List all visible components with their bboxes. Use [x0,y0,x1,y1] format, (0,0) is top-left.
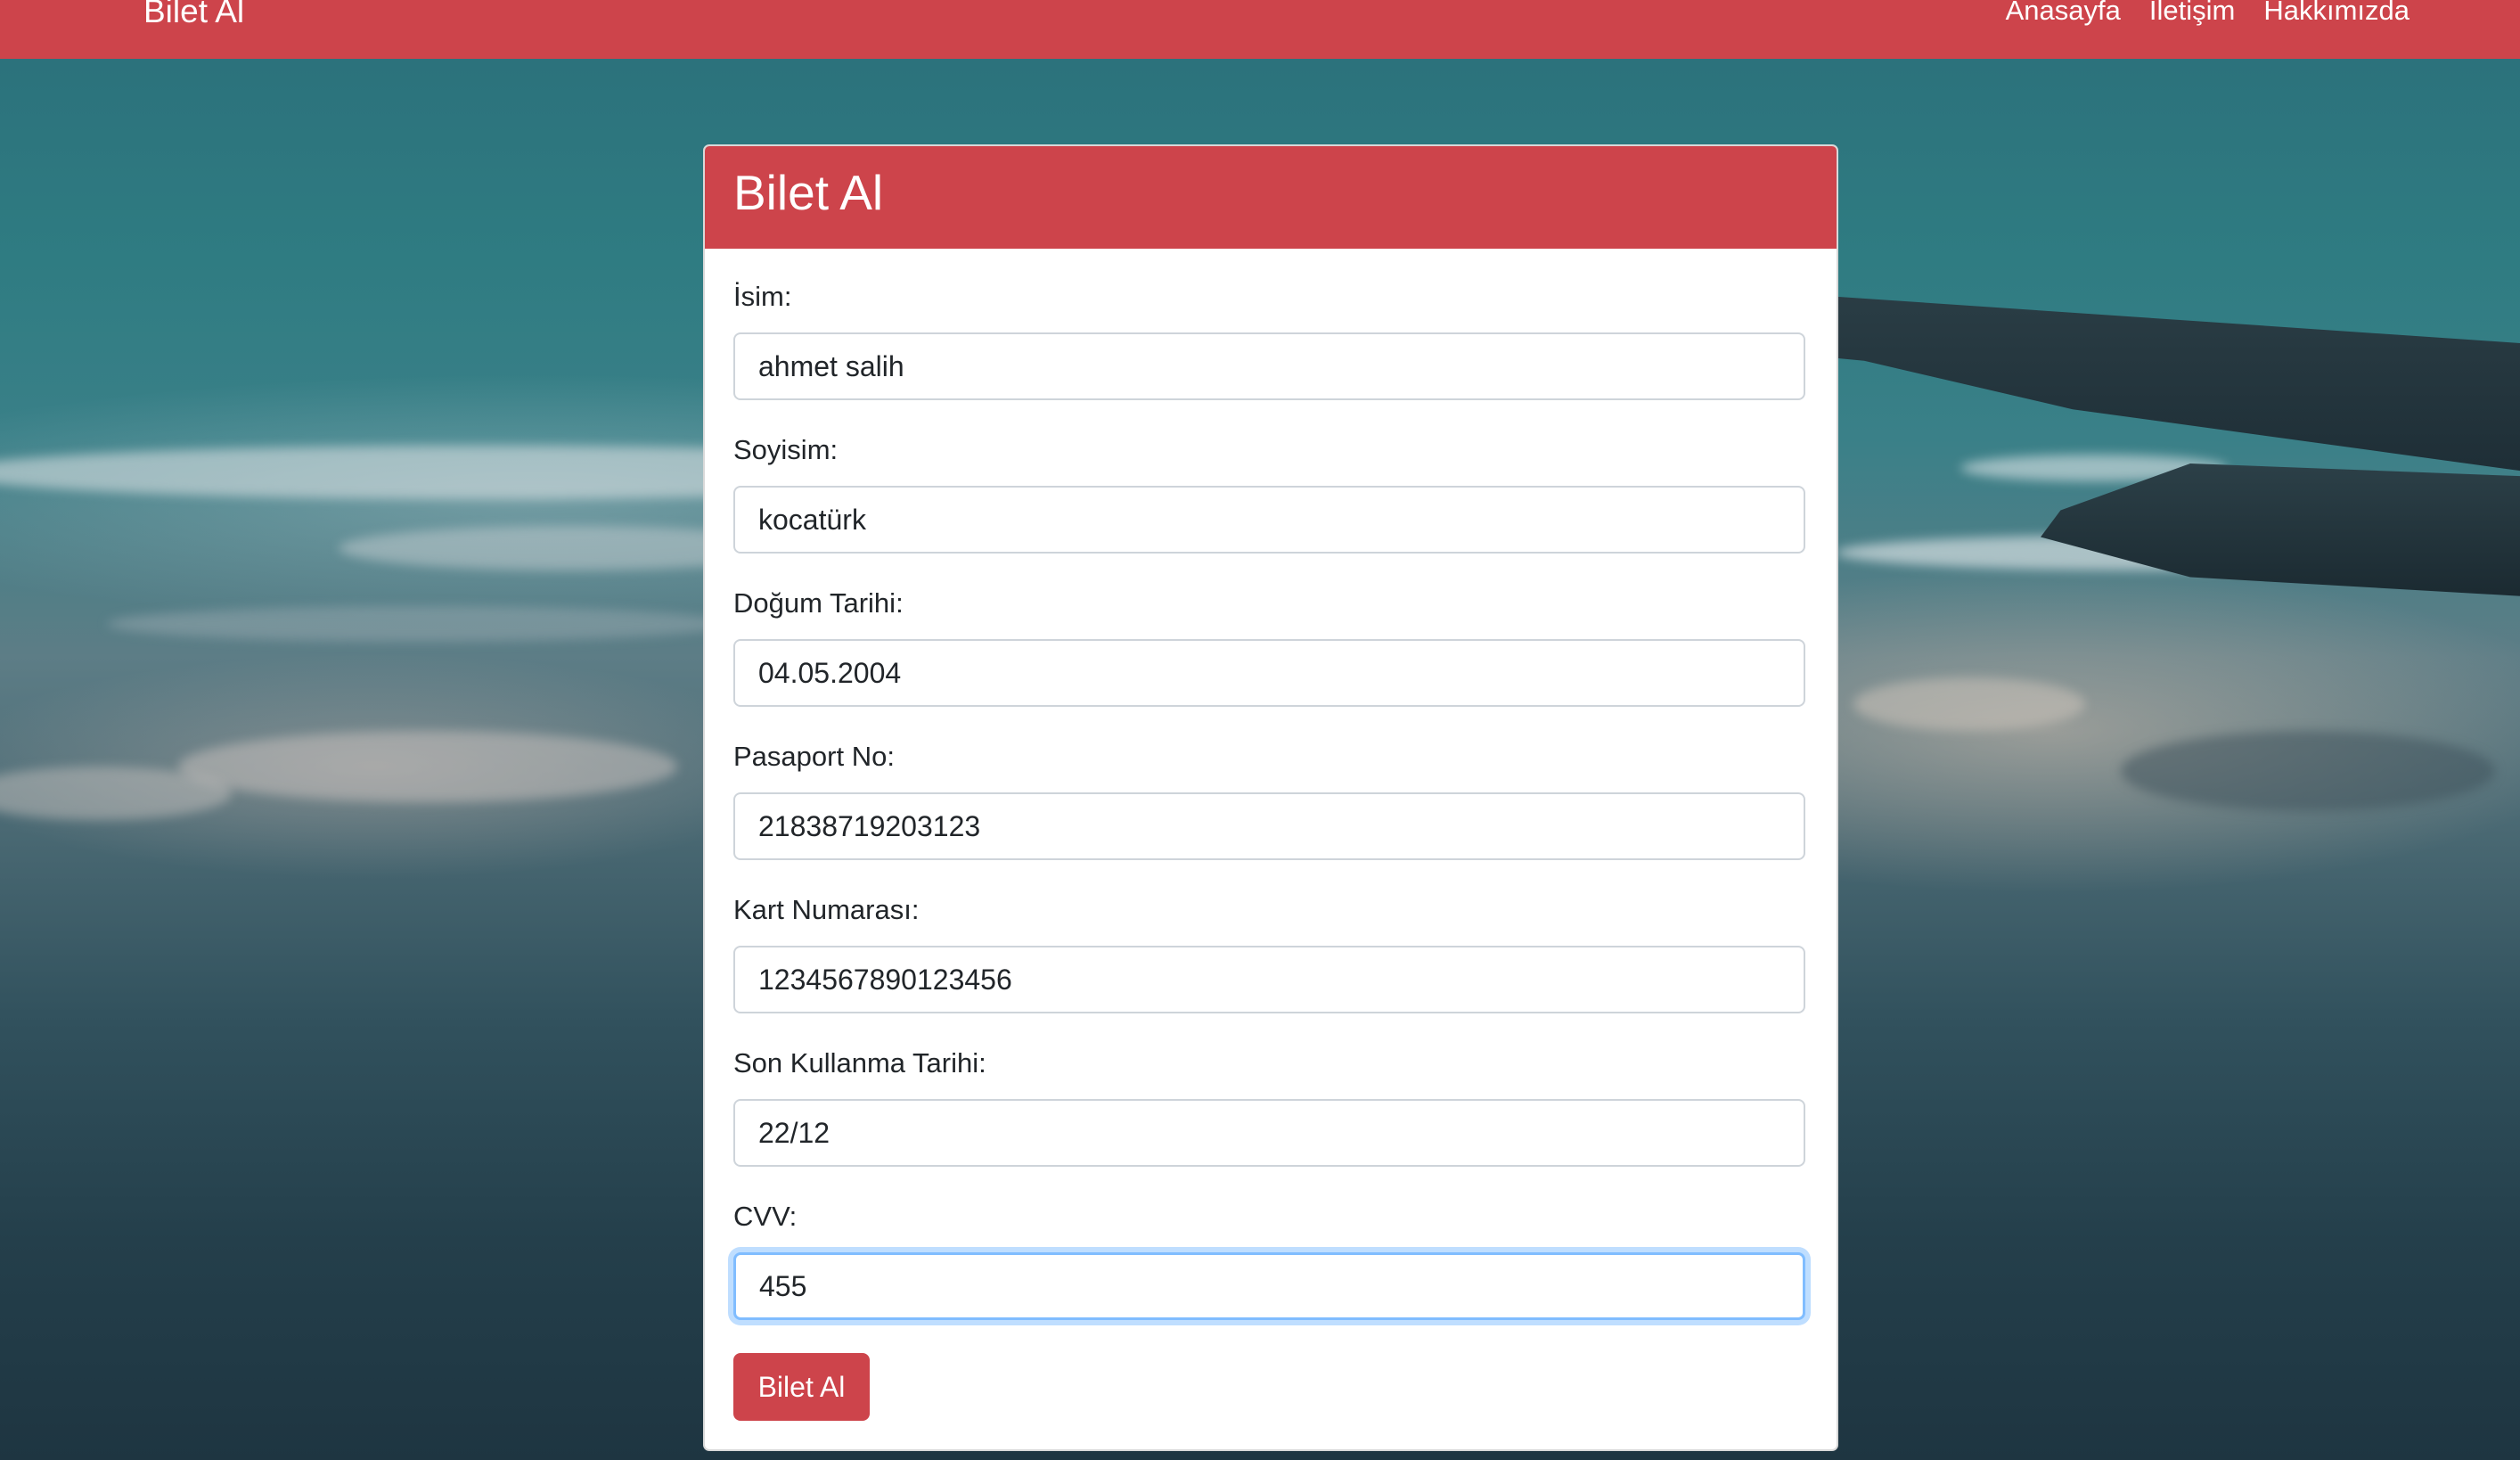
form-group-soyisim: Soyisim: [733,402,1808,555]
pasaport-no-input[interactable] [733,792,1805,860]
isim-input[interactable] [733,332,1805,400]
cvv-input[interactable] [733,1252,1805,1320]
form-group-isim: İsim: [733,249,1808,402]
nav-link-hakkimizda[interactable]: Hakkımızda [2263,0,2410,27]
dogum-tarihi-input[interactable] [733,639,1805,707]
form-group-pasaport-no: Pasaport No: [733,709,1808,862]
form-group-cvv: CVV: [733,1169,1808,1322]
cvv-label: CVV: [733,1201,798,1232]
nav-link-anasayfa[interactable]: Anasayfa [2006,0,2121,27]
soyisim-input[interactable] [733,486,1805,554]
ticket-form-card: Bilet Al İsim: Soyisim: Doğum Tarihi: Pa… [703,144,1838,1451]
pasaport-no-label: Pasaport No: [733,741,895,772]
card-header: Bilet Al [705,146,1837,249]
brand-link[interactable]: Bilet Al [143,0,244,30]
form-group-dogum-tarihi: Doğum Tarihi: [733,555,1808,709]
nav-link-iletisim[interactable]: İletişim [2149,0,2235,27]
form-group-kart-numarasi: Kart Numarası: [733,862,1808,1015]
form-group-son-kullanma-tarihi: Son Kullanma Tarihi: [733,1015,1808,1169]
soyisim-label: Soyisim: [733,434,839,465]
son-kullanma-tarihi-label: Son Kullanma Tarihi: [733,1047,986,1079]
navbar: Bilet Al Anasayfa İletişim Hakkımızda [0,0,2520,59]
nav-links: Anasayfa İletişim Hakkımızda [2006,0,2410,27]
ticket-form: İsim: Soyisim: Doğum Tarihi: Pasaport No… [705,249,1837,1322]
dogum-tarihi-label: Doğum Tarihi: [733,587,904,619]
son-kullanma-tarihi-input[interactable] [733,1099,1805,1167]
card-title: Bilet Al [733,165,884,220]
kart-numarasi-label: Kart Numarası: [733,894,920,925]
isim-label: İsim: [733,281,792,312]
bilet-al-submit-button[interactable]: Bilet Al [733,1353,870,1421]
kart-numarasi-input[interactable] [733,946,1805,1013]
